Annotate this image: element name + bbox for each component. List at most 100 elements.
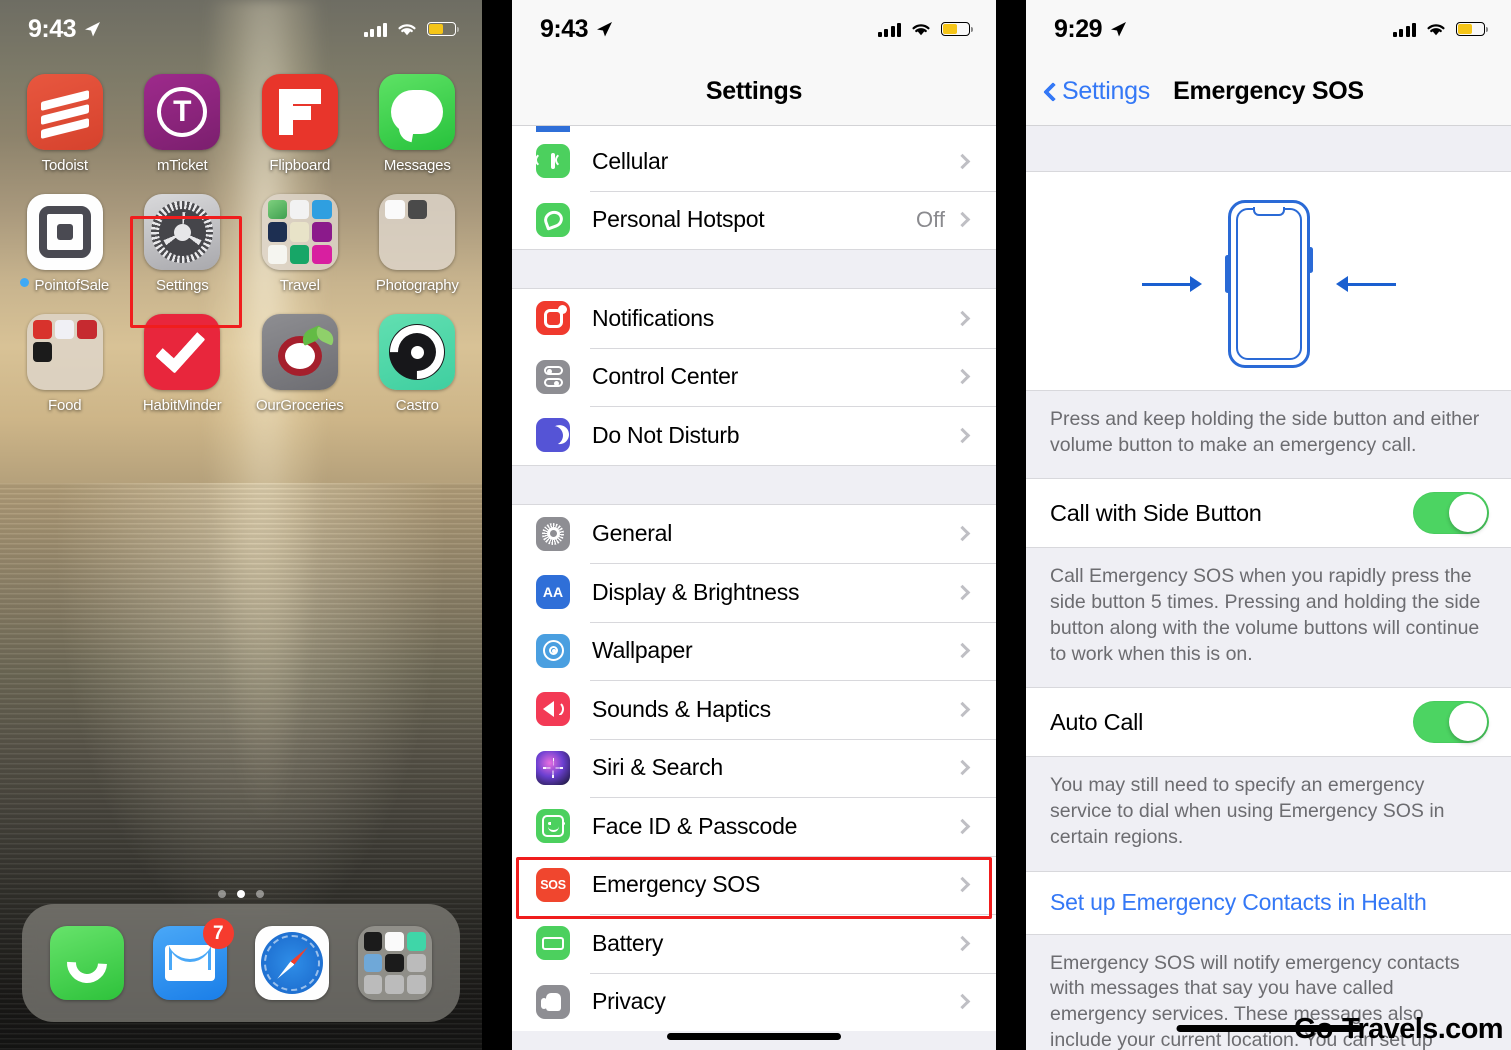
row-label: General	[592, 520, 673, 547]
cellular-icon	[536, 144, 570, 179]
status-bar-sos: 9:29	[1026, 0, 1511, 58]
page-dot	[218, 890, 226, 898]
notifications-icon	[536, 301, 570, 336]
app-habitminder[interactable]: HabitMinder	[124, 314, 242, 414]
status-time: 9:43	[28, 14, 77, 43]
status-bar-home: 9:43	[0, 0, 482, 58]
auto-call-description-text: You may still need to specify an emergen…	[1050, 774, 1445, 848]
call-with-side-button-toggle[interactable]	[1413, 492, 1489, 535]
settings-row-wallpaper[interactable]: Wallpaper	[512, 621, 996, 680]
row-label: Auto Call	[1050, 708, 1144, 735]
dock-folder-extras[interactable]	[357, 926, 432, 1000]
control-center-icon	[536, 359, 570, 394]
settings-group-system: General AA Display & Brightness Wallpape…	[512, 504, 996, 1031]
row-label: Notifications	[592, 304, 715, 331]
row-label: Face ID & Passcode	[592, 812, 798, 839]
settings-row-personal-hotspot[interactable]: Personal Hotspot Off	[512, 190, 996, 249]
hotspot-icon	[536, 202, 570, 237]
setup-emergency-contacts-link[interactable]: Set up Emergency Contacts in Health	[1050, 889, 1427, 916]
sos-scroll-area[interactable]: Press and keep holding the side button a…	[1026, 126, 1511, 1050]
app-label: Todoist	[41, 157, 88, 174]
row-label: Do Not Disturb	[592, 421, 740, 448]
row-setup-emergency-contacts[interactable]: Set up Emergency Contacts in Health	[1026, 871, 1511, 934]
wifi-icon	[912, 24, 930, 36]
emergency-sos-panel: 9:29 Settings Emergency SOS Press and ke…	[1026, 0, 1511, 1050]
app-label: Food	[48, 397, 82, 414]
settings-row-notifications[interactable]: Notifications	[512, 289, 996, 348]
row-call-with-side-button[interactable]: Call with Side Button	[1026, 479, 1511, 548]
chevron-right-icon	[954, 701, 971, 718]
chevron-right-icon	[954, 759, 971, 776]
app-mticket[interactable]: T mTicket	[124, 74, 242, 174]
top-spacer	[1026, 126, 1511, 172]
signal-icon	[877, 22, 901, 37]
speaker-icon	[536, 692, 570, 727]
messages-icon	[379, 74, 456, 150]
chevron-right-icon	[954, 642, 971, 659]
location-arrow-icon	[85, 22, 101, 37]
chevron-right-icon	[954, 427, 971, 444]
row-label: Cellular	[592, 147, 668, 174]
status-time: 9:43	[540, 14, 589, 43]
dock-app-safari[interactable]	[255, 926, 330, 1000]
signal-icon	[1392, 22, 1416, 37]
chevron-right-icon	[954, 368, 971, 385]
iphone-home-screen-panel: 9:43 Todoist T mTicket Flipboard Message…	[0, 0, 482, 1050]
travel-folder-icon	[261, 194, 338, 270]
status-time: 9:29	[1054, 14, 1103, 43]
hero-illustration	[1026, 172, 1511, 390]
settings-row-do-not-disturb[interactable]: Do Not Disturb	[512, 406, 996, 465]
dock-app-phone[interactable]	[50, 926, 125, 1000]
app-label: Messages	[383, 157, 451, 174]
app-castro[interactable]: Castro	[359, 314, 477, 414]
face-id-icon	[536, 809, 570, 844]
settings-row-general[interactable]: General	[512, 504, 996, 563]
chevron-right-icon	[954, 310, 971, 327]
settings-row-control-center[interactable]: Control Center	[512, 347, 996, 406]
phone-icon	[50, 926, 125, 1000]
folder-food[interactable]: Food	[6, 314, 124, 414]
app-pointofsale[interactable]: PointofSale	[6, 194, 124, 294]
signal-icon	[363, 22, 387, 37]
settings-row-cellular[interactable]: Cellular	[512, 132, 996, 191]
app-todoist[interactable]: Todoist	[6, 74, 124, 174]
app-label: Castro	[395, 397, 439, 414]
auto-call-description: You may still need to specify an emergen…	[1026, 756, 1511, 872]
chevron-right-icon	[954, 153, 971, 170]
battery-icon	[427, 22, 459, 36]
settings-row-privacy[interactable]: Privacy	[512, 972, 996, 1031]
app-ourgroceries[interactable]: OurGroceries	[241, 314, 359, 414]
app-flipboard[interactable]: Flipboard	[241, 74, 359, 174]
dock-app-mail[interactable]: 7	[152, 918, 234, 1000]
app-messages[interactable]: Messages	[359, 74, 477, 174]
location-arrow-icon	[597, 22, 613, 37]
gear-icon	[536, 516, 570, 551]
folder-travel[interactable]: Travel	[241, 194, 359, 294]
page-title: Emergency SOS	[1173, 77, 1364, 105]
section-separator	[512, 464, 996, 505]
flipboard-icon	[261, 74, 338, 150]
settings-row-battery[interactable]: Battery	[512, 914, 996, 973]
settings-row-sounds-haptics[interactable]: Sounds & Haptics	[512, 680, 996, 739]
hero-caption-text: Press and keep holding the side button a…	[1050, 408, 1480, 456]
auto-call-toggle[interactable]	[1413, 701, 1489, 744]
panel-divider	[482, 0, 512, 1050]
row-auto-call[interactable]: Auto Call	[1026, 688, 1511, 757]
settings-row-siri-search[interactable]: Siri & Search	[512, 738, 996, 797]
settings-row-face-id-passcode[interactable]: Face ID & Passcode	[512, 797, 996, 856]
mticket-glyph: T	[173, 95, 192, 128]
settings-list-panel: 9:43 Settings Cellular Personal Hotspot …	[512, 0, 996, 1050]
row-label: Siri & Search	[592, 754, 723, 781]
app-label: Photography	[375, 277, 459, 294]
todoist-icon	[26, 74, 103, 150]
page-dots[interactable]	[0, 890, 482, 898]
folder-photography[interactable]: Photography	[359, 194, 477, 294]
settings-highlight-box	[130, 216, 242, 328]
safari-icon	[255, 926, 330, 1000]
settings-row-display-brightness[interactable]: AA Display & Brightness	[512, 563, 996, 622]
row-label: Sounds & Haptics	[592, 695, 771, 722]
page-dot	[256, 890, 264, 898]
ourgroceries-icon	[261, 314, 338, 390]
arrow-left-icon	[1335, 276, 1396, 292]
back-button[interactable]: Settings	[1043, 77, 1150, 106]
